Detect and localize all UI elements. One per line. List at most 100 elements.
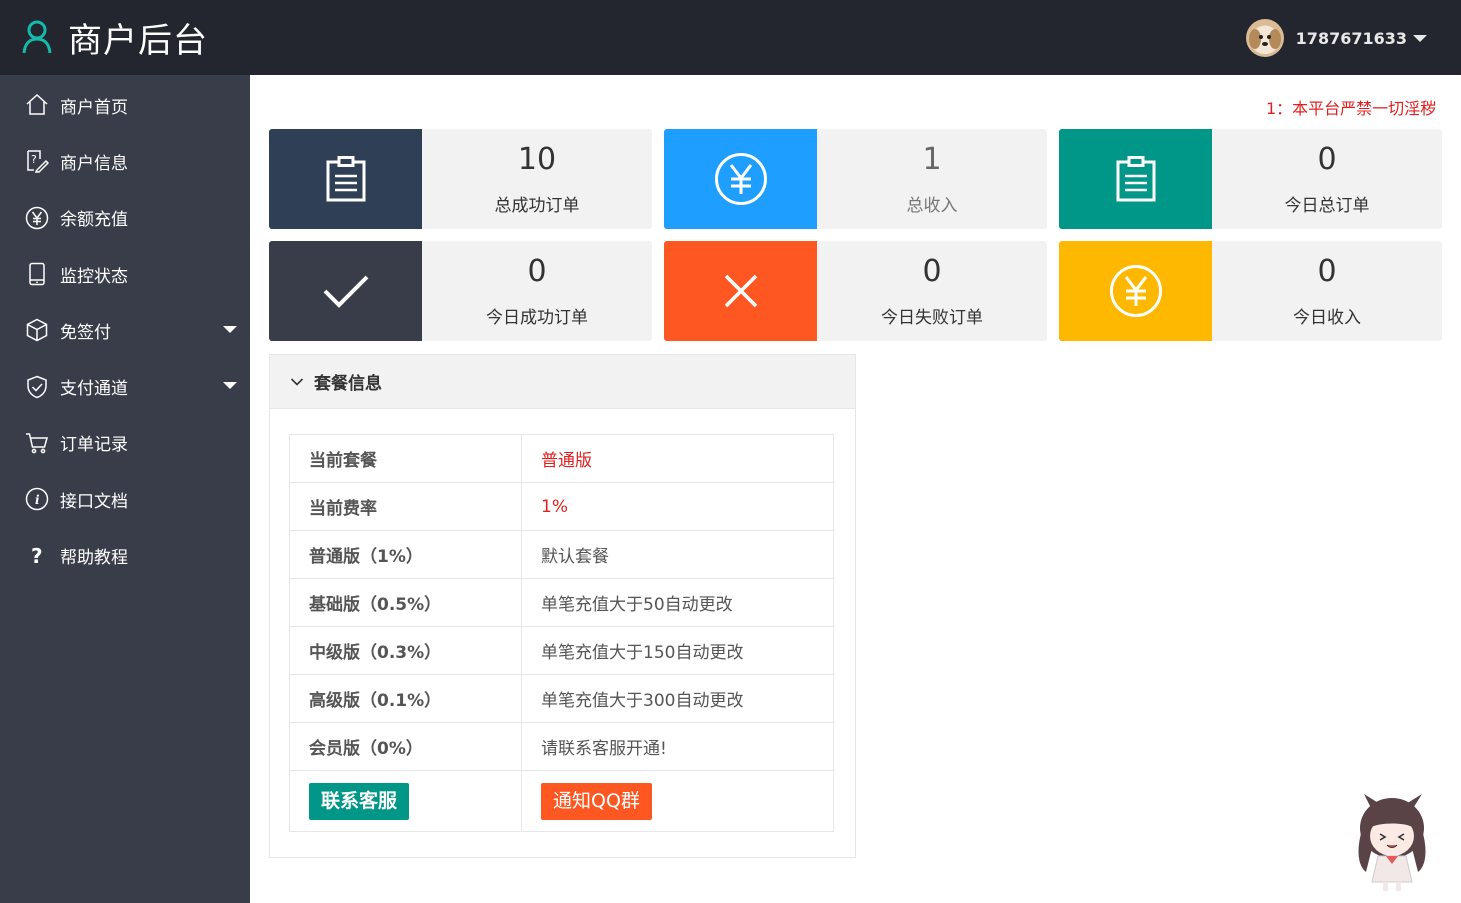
contact-support-button[interactable]: 联系客服	[309, 782, 410, 820]
package-key: 当前费率	[289, 482, 522, 531]
help-icon: ?	[25, 544, 49, 568]
sidebar-item-label: 支付通道	[60, 379, 128, 400]
stat-label: 今日总订单	[1284, 196, 1370, 216]
table-row: 会员版（0%） 请联系客服开通!	[289, 722, 834, 771]
package-table: 当前套餐 普通版 当前费率 1% 普通版（1%） 默认套餐 基础版（0.5%） …	[289, 434, 834, 832]
sidebar-item-orders[interactable]: 订单记录	[0, 415, 250, 471]
sidebar-item-free-sign[interactable]: 免签付	[0, 302, 250, 358]
package-value: 1%	[521, 482, 834, 531]
sidebar-item-home[interactable]: 商户首页	[0, 77, 250, 133]
user-menu[interactable]: 1787671633	[1245, 18, 1427, 58]
package-value: 单笔充值大于150自动更改	[521, 626, 834, 675]
package-value: 默认套餐	[521, 530, 834, 579]
yen-icon	[25, 206, 49, 230]
stat-label: 今日成功订单	[486, 308, 588, 328]
user-name: 1787671633	[1295, 28, 1407, 48]
clipboard-icon	[326, 156, 365, 202]
sidebar-item-api-docs[interactable]: i 接口文档	[0, 471, 250, 527]
sidebar-item-help[interactable]: ? 帮助教程	[0, 527, 250, 583]
table-row: 普通版（1%） 默认套餐	[289, 530, 834, 579]
package-value: 单笔充值大于50自动更改	[521, 578, 834, 627]
stat-label: 今日失败订单	[881, 308, 983, 328]
yen-circle-icon	[714, 153, 767, 205]
table-row: 当前套餐 普通版	[289, 434, 834, 483]
card-icon-bg	[269, 129, 422, 229]
svg-text:?: ?	[31, 153, 37, 166]
shield-icon	[25, 375, 49, 399]
cart-icon	[25, 431, 49, 455]
package-panel-title: 套餐信息	[314, 374, 382, 394]
notice-marquee: 1：本平台严禁一切淫秽	[1266, 99, 1437, 117]
stat-card-today-success: 0 今日成功订单	[269, 241, 652, 341]
package-key: 普通版（1%）	[289, 530, 522, 579]
stat-card-today-income: 0 今日收入	[1059, 241, 1442, 341]
chevron-down-icon	[223, 326, 237, 334]
card-icon-bg	[664, 129, 817, 229]
logo[interactable]: 商户后台	[22, 14, 208, 61]
stat-label: 今日收入	[1293, 308, 1361, 328]
sidebar-item-label: 帮助教程	[60, 548, 128, 569]
package-key: 高级版（0.1%）	[289, 674, 522, 723]
svg-text:i: i	[35, 493, 40, 507]
package-value: 请联系客服开通!	[521, 722, 834, 771]
home-icon	[25, 93, 49, 117]
cellphone-icon	[25, 262, 49, 286]
stat-label: 总收入	[906, 196, 958, 216]
chevron-down-icon	[1413, 34, 1427, 42]
stat-label: 总成功订单	[494, 196, 580, 216]
card-icon-bg	[664, 241, 817, 341]
user-icon	[22, 20, 52, 54]
package-key: 基础版（0.5%）	[289, 578, 522, 627]
stat-value: 0	[1317, 142, 1337, 177]
table-row: 中级版（0.3%） 单笔充值大于150自动更改	[289, 626, 834, 675]
stat-card-total-income: 1 总收入	[664, 129, 1047, 229]
package-panel-header[interactable]: 套餐信息	[270, 355, 855, 409]
stat-value: 0	[922, 254, 942, 289]
sidebar-item-label: 商户首页	[60, 97, 128, 118]
sidebar-item-label: 监控状态	[60, 266, 128, 287]
sidebar-item-payment-channel[interactable]: 支付通道	[0, 358, 250, 414]
avatar[interactable]	[1245, 19, 1284, 57]
stat-value: 1	[922, 142, 942, 177]
card-icon-bg	[1059, 129, 1212, 229]
top-header: 商户后台 1787671633	[0, 0, 1461, 75]
close-icon	[724, 274, 757, 308]
stat-card-today-failed: 0 今日失败订单	[664, 241, 1047, 341]
stat-value: 10	[517, 142, 557, 177]
chevron-down-icon	[290, 377, 304, 386]
package-panel: 套餐信息 当前套餐 普通版 当前费率 1% 普通版（1%） 默认套餐 基础版（0…	[269, 354, 856, 858]
package-key: 当前套餐	[289, 434, 522, 483]
sidebar-item-label: 免签付	[60, 322, 111, 343]
sidebar: 商户首页 ? 商户信息 余额充值 监控状态 免签付 支付通道 订单记录 i 接口…	[0, 75, 250, 903]
sidebar-item-recharge[interactable]: 余额充值	[0, 190, 250, 246]
info-icon: i	[25, 487, 49, 511]
table-row: 基础版（0.5%） 单笔充值大于50自动更改	[289, 578, 834, 627]
sidebar-item-label: 余额充值	[60, 210, 128, 231]
svg-text:?: ?	[31, 544, 43, 568]
table-row: 高级版（0.1%） 单笔充值大于300自动更改	[289, 674, 834, 723]
cube-icon	[25, 318, 49, 342]
sidebar-item-label: 接口文档	[60, 491, 128, 512]
table-row: 当前费率 1%	[289, 482, 834, 531]
edit-icon: ?	[25, 149, 49, 174]
package-key: 会员版（0%）	[289, 722, 522, 771]
sidebar-item-label: 商户信息	[60, 153, 128, 174]
stat-value: 0	[527, 254, 547, 289]
check-icon	[323, 275, 368, 308]
package-value: 普通版	[521, 434, 834, 483]
table-row: 联系客服 通知QQ群	[289, 770, 834, 832]
sidebar-item-label: 订单记录	[60, 435, 128, 456]
sidebar-item-monitor[interactable]: 监控状态	[0, 246, 250, 302]
package-value: 单笔充值大于300自动更改	[521, 674, 834, 723]
stat-card-today-orders: 0 今日总订单	[1059, 129, 1442, 229]
package-key: 中级版（0.3%）	[289, 626, 522, 675]
qq-group-button[interactable]: 通知QQ群	[541, 782, 652, 820]
yen-circle-icon	[1109, 265, 1162, 317]
mascot-image[interactable]	[1350, 790, 1435, 895]
clipboard-icon	[1116, 156, 1155, 202]
app-title: 商户后台	[68, 20, 208, 61]
sidebar-item-merchant-info[interactable]: ? 商户信息	[0, 133, 250, 189]
stat-card-total-orders: 10 总成功订单	[269, 129, 652, 229]
stat-value: 0	[1317, 254, 1337, 289]
card-icon-bg	[269, 241, 422, 341]
